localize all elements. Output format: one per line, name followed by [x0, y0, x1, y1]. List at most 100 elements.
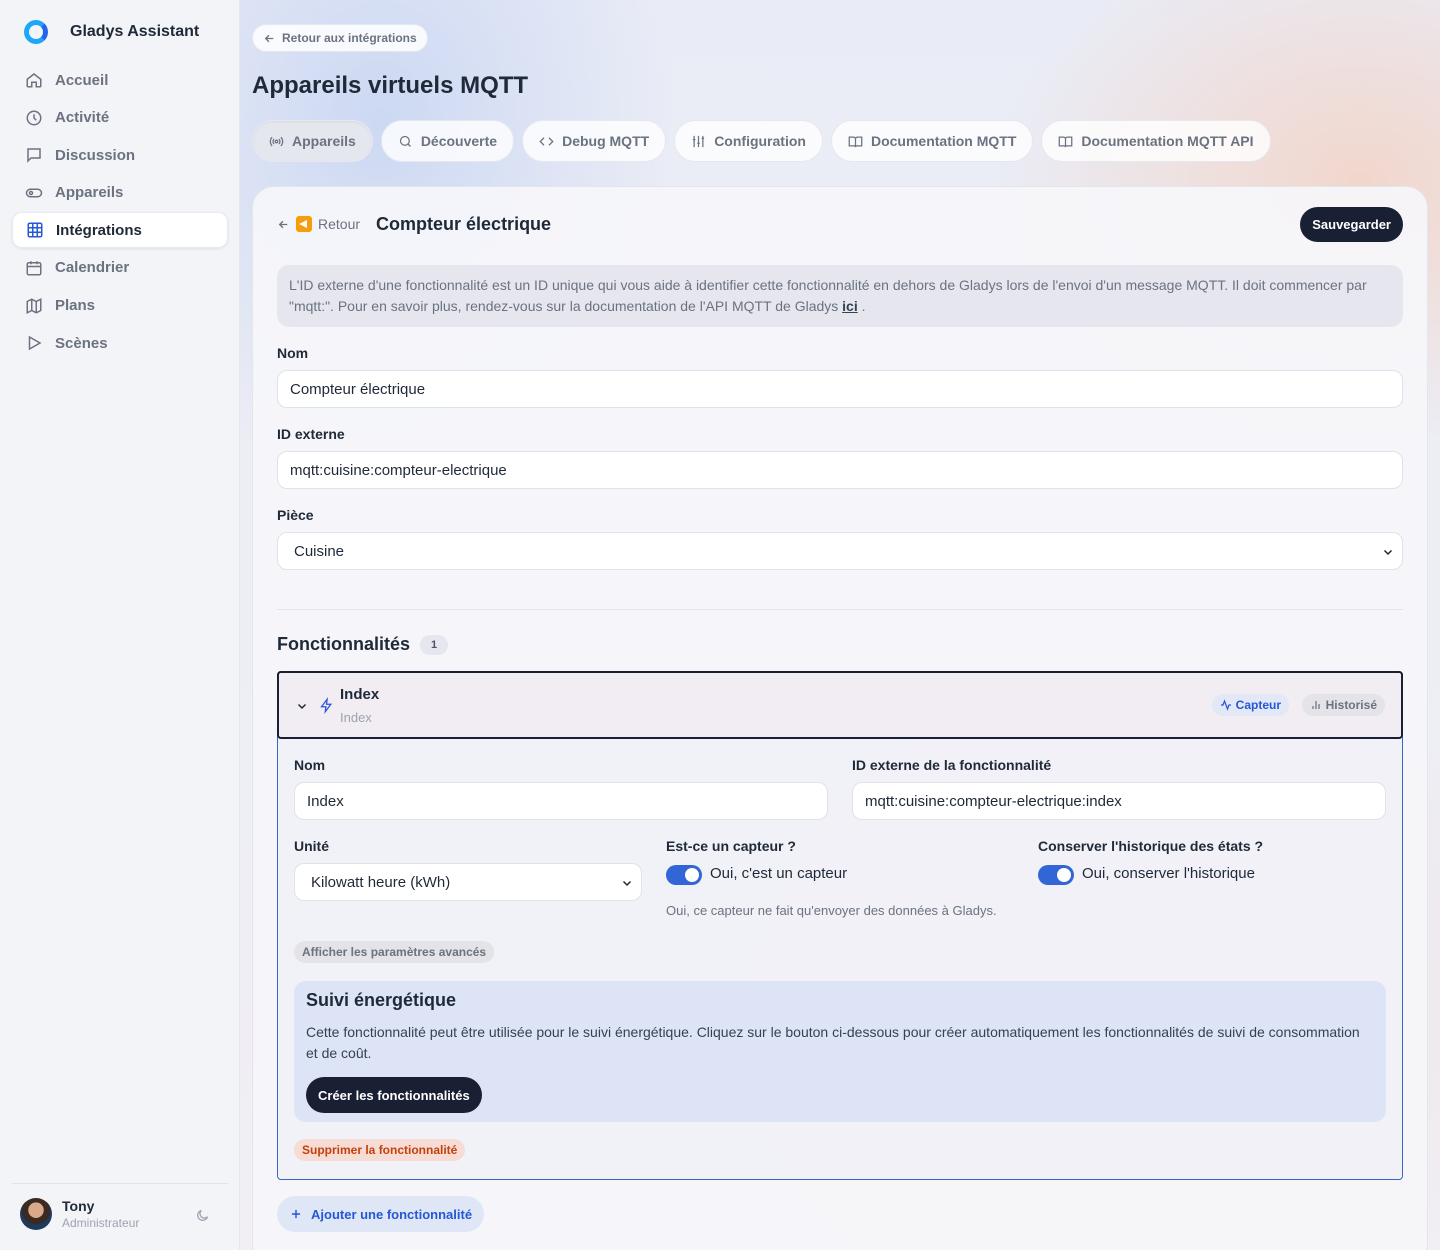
- sidebar-item-integrations[interactable]: Intégrations: [12, 212, 228, 249]
- sidebar-item-scenes[interactable]: Scènes: [12, 325, 228, 361]
- sidebar-item-plans[interactable]: Plans: [12, 288, 228, 324]
- user-role: Administrateur: [62, 1215, 140, 1230]
- sidebar-item-label: Appareils: [55, 184, 124, 202]
- history-badge: Historisé: [1301, 694, 1385, 716]
- gladys-logo-icon: [24, 20, 48, 44]
- feature-name-input[interactable]: Index: [294, 782, 828, 820]
- sensor-badge-label: Capteur: [1235, 698, 1281, 712]
- tab-label: Debug MQTT: [562, 133, 650, 149]
- sliders-icon: [693, 135, 705, 147]
- unit-label: Unité: [294, 838, 329, 854]
- save-button[interactable]: Sauvegarder: [1300, 206, 1403, 242]
- delete-feature-button[interactable]: Supprimer la fonctionnalité: [294, 1139, 466, 1161]
- room-select[interactable]: Cuisine: [277, 532, 1403, 570]
- book-icon: [1059, 136, 1073, 147]
- create-features-button[interactable]: Créer les fonctionnalités: [306, 1077, 482, 1113]
- docs-link[interactable]: ici: [842, 298, 858, 314]
- tab-documentation-mqtt[interactable]: Documentation MQTT: [830, 120, 1034, 162]
- feature-header[interactable]: Index Index Capteur Historisé: [277, 671, 1403, 739]
- sensor-help-text: Oui, ce capteur ne fait qu'envoyer des d…: [666, 903, 997, 918]
- device-external-id-input[interactable]: mqtt:cuisine:compteur-electrique: [277, 451, 1403, 489]
- sidebar-item-activite[interactable]: Activité: [12, 100, 228, 136]
- brand-name: Gladys Assistant: [70, 23, 200, 40]
- chevron-down-icon: [622, 880, 632, 887]
- tab-configuration[interactable]: Configuration: [674, 120, 823, 162]
- broadcast-icon: [269, 136, 284, 146]
- sidebar-item-discussion[interactable]: Discussion: [12, 137, 228, 173]
- lightning-icon: [320, 697, 333, 714]
- device-name-input[interactable]: Compteur électrique: [277, 370, 1403, 408]
- moon-icon[interactable]: [195, 1208, 210, 1223]
- device-title: Compteur électrique: [376, 213, 552, 234]
- activity-icon: [1220, 699, 1231, 711]
- back-label: Retour: [318, 216, 361, 232]
- energy-text: Cette fonctionnalité peut être utilisée …: [306, 1024, 1360, 1061]
- user-meta: Tony Administrateur: [62, 1198, 139, 1230]
- unit-select[interactable]: Kilowatt heure (kWh): [294, 863, 642, 901]
- user-panel[interactable]: Tony Administrateur: [12, 1183, 228, 1243]
- room-label: Pièce: [277, 507, 314, 523]
- tab-appareils[interactable]: Appareils: [252, 120, 373, 162]
- external-id-label: ID externe: [277, 426, 345, 442]
- unit-selected-value: Kilowatt heure (kWh): [311, 873, 451, 891]
- feature-external-id-input[interactable]: mqtt:cuisine:compteur-electrique:index: [852, 782, 1386, 820]
- room-selected-value: Cuisine: [294, 542, 345, 560]
- card-header: Retour Compteur électrique Sauvegarder: [277, 206, 1403, 242]
- add-feature-button[interactable]: Ajouter une fonctionnalité: [277, 1196, 485, 1232]
- advanced-settings-button[interactable]: Afficher les paramètres avancés: [294, 941, 495, 963]
- sensor-toggle[interactable]: [666, 865, 702, 885]
- book-icon: [848, 136, 863, 147]
- clock-icon: [26, 110, 42, 126]
- toggle-icon: [25, 188, 43, 198]
- sidebar-item-label: Discussion: [55, 146, 136, 164]
- sidebar-item-label: Plans: [55, 297, 96, 315]
- history-toggle[interactable]: [1038, 865, 1074, 885]
- info-period: .: [861, 298, 866, 314]
- sidebar: Gladys Assistant Accueil Activité Discus…: [0, 0, 240, 1250]
- tab-debug-mqtt[interactable]: Debug MQTT: [522, 120, 667, 162]
- history-label: Conserver l'historique des états ?: [1038, 838, 1264, 854]
- sidebar-item-accueil[interactable]: Accueil: [12, 62, 228, 98]
- plus-icon: [291, 1209, 301, 1219]
- bar-chart-icon: [1312, 701, 1320, 709]
- section-divider: [277, 609, 1403, 610]
- tab-documentation-mqtt-api[interactable]: Documentation MQTT API: [1041, 120, 1271, 162]
- calendar-icon: [26, 261, 42, 276]
- sidebar-item-label: Calendrier: [55, 259, 130, 277]
- tab-label: Documentation MQTT: [870, 133, 1017, 149]
- back-to-integrations-button[interactable]: Retour aux intégrations: [252, 24, 428, 52]
- energy-title: Suivi énergétique: [306, 990, 457, 1010]
- code-icon: [539, 136, 554, 146]
- add-feature-label: Ajouter une fonctionnalité: [311, 1206, 473, 1222]
- sidebar-item-appareils[interactable]: Appareils: [12, 175, 228, 211]
- search-icon: [399, 135, 411, 147]
- feature-name-label: Nom: [294, 757, 326, 773]
- sidebar-item-label: Activité: [55, 109, 110, 127]
- features-title: Fonctionnalités: [277, 634, 411, 654]
- message-icon: [27, 148, 41, 163]
- back-arrow-emoji-icon: [296, 216, 312, 232]
- info-alert: L'ID externe d'une fonctionnalité est un…: [277, 265, 1403, 327]
- map-icon: [26, 297, 42, 314]
- back-button[interactable]: Retour: [277, 216, 360, 232]
- arrow-left-icon: [278, 220, 288, 228]
- chevron-down-icon[interactable]: [296, 700, 308, 712]
- feature-subtitle: Index: [340, 710, 372, 725]
- tab-decouverte[interactable]: Découverte: [380, 120, 515, 162]
- user-name: Tony: [62, 1197, 95, 1214]
- feature-name: Index: [340, 686, 380, 703]
- sidebar-item-calendrier[interactable]: Calendrier: [12, 250, 228, 286]
- feature-external-id-label: ID externe de la fonctionnalité: [852, 757, 1052, 773]
- chevron-down-icon: [1383, 549, 1393, 556]
- sidebar-nav: Accueil Activité Discussion Appareils In…: [12, 62, 228, 363]
- tab-label: Découverte: [420, 133, 498, 149]
- tab-label: Documentation MQTT API: [1081, 133, 1254, 149]
- feature-item: Index Index Capteur Historisé Nom Index …: [277, 671, 1403, 1180]
- brand[interactable]: Gladys Assistant: [24, 20, 199, 44]
- tab-label: Appareils: [292, 133, 356, 149]
- page-title: Appareils virtuels MQTT: [252, 72, 529, 99]
- tabs: Appareils Découverte Debug MQTT Configur…: [252, 120, 1271, 162]
- sensor-toggle-text: Oui, c'est un capteur: [710, 865, 848, 882]
- back-to-integrations-label: Retour aux intégrations: [282, 31, 417, 45]
- sidebar-item-label: Scènes: [55, 334, 108, 352]
